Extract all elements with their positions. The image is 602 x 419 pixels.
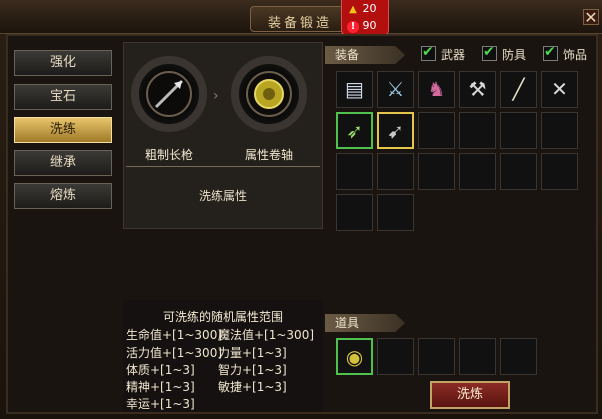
inventory-slot[interactable] — [459, 153, 496, 190]
inventory-slot[interactable] — [336, 153, 373, 190]
warning-icon: ▲ — [349, 4, 357, 15]
close-icon[interactable]: ✕ — [583, 9, 599, 26]
scroll-icon — [246, 71, 292, 117]
inventory-slot[interactable] — [418, 112, 455, 149]
sword-icon: ⚔ — [386, 77, 405, 101]
prop-hp: 生命值+[1~300] — [126, 328, 223, 342]
prop-vit: 活力值+[1~300] — [126, 346, 223, 360]
refine-props-title: 洗练属性 — [198, 189, 247, 203]
item-slot[interactable] — [500, 338, 537, 375]
boots-icon: ♞ — [427, 77, 446, 101]
scroll-icon: ◉ — [345, 345, 364, 369]
blade-icon: ╱ — [512, 77, 525, 101]
inventory-slot[interactable] — [500, 153, 537, 190]
arrow-icon: › — [213, 88, 219, 104]
prop-agi: 敏捷+[1~3] — [218, 380, 287, 394]
item-slot[interactable] — [459, 338, 496, 375]
warning-row: ▲ 20 — [347, 2, 387, 16]
filter-weapon-label: 武器 — [441, 48, 466, 62]
prop-str: 力量+[1~3] — [218, 346, 287, 360]
inventory-slot[interactable]: ⚔ — [377, 71, 414, 108]
filter-armor-checkbox[interactable] — [482, 44, 497, 61]
inventory-slot[interactable]: ▤ — [336, 71, 373, 108]
prop-spi: 精神+[1~3] — [126, 380, 195, 394]
inventory-slot[interactable] — [541, 153, 578, 190]
inventory-slot[interactable] — [336, 194, 373, 231]
spear-icon: ➹ — [387, 119, 404, 143]
inventory-slot[interactable]: ♞ — [418, 71, 455, 108]
filter-accessory-label: 饰品 — [563, 48, 588, 62]
menu-ronglian[interactable]: 熔炼 — [14, 183, 112, 209]
equipment-name: 粗制长枪 — [144, 148, 193, 162]
item-slot[interactable] — [418, 338, 455, 375]
spear-icon — [146, 71, 192, 117]
inventory-slot[interactable] — [377, 153, 414, 190]
equipped-spear-icon: ➶ — [346, 119, 363, 143]
inventory-slot[interactable]: ➶ — [336, 112, 373, 149]
props-range-title: 可洗练的随机属性范围 — [162, 310, 283, 324]
error-count: 90 — [362, 19, 377, 32]
twin-swords-icon: ✕ — [551, 77, 568, 101]
filter-weapon-checkbox[interactable] — [421, 44, 436, 61]
divider — [126, 166, 320, 167]
items-section-label: 道具 — [325, 314, 405, 332]
inventory-slot[interactable] — [377, 194, 414, 231]
inventory-slot-selected[interactable]: ➹ — [377, 112, 414, 149]
warning-count: 20 — [362, 2, 377, 15]
cloth-icon: ▤ — [345, 77, 364, 101]
error-icon: ! — [347, 21, 359, 33]
error-row: ! 90 — [347, 19, 387, 33]
item-slot[interactable] — [377, 338, 414, 375]
prop-mp: 魔法值+[1~300] — [218, 328, 315, 342]
inventory-slot[interactable] — [459, 112, 496, 149]
inventory-slot[interactable]: ⚒ — [459, 71, 496, 108]
prop-int: 智力+[1~3] — [218, 363, 287, 377]
scroll-slot[interactable] — [231, 56, 307, 132]
prop-con: 体质+[1~3] — [126, 363, 195, 377]
inventory-slot[interactable] — [541, 112, 578, 149]
menu-jicheng[interactable]: 继承 — [14, 150, 112, 176]
window-title: 装备锻造 — [267, 16, 332, 31]
filter-armor-label: 防具 — [502, 48, 527, 62]
inventory-slot[interactable]: ✕ — [541, 71, 578, 108]
inventory-slot[interactable]: ╱ — [500, 71, 537, 108]
filter-accessory-checkbox[interactable] — [543, 44, 558, 61]
prop-luck: 幸运+[1~3] — [126, 397, 195, 411]
scroll-name: 属性卷轴 — [244, 148, 293, 162]
item-slot[interactable]: ◉ — [336, 338, 373, 375]
menu-baoshi[interactable]: 宝石 — [14, 84, 112, 110]
axe-icon: ⚒ — [468, 77, 487, 101]
equipment-section-label: 装备 — [325, 46, 405, 64]
menu-qianghua[interactable]: 强化 — [14, 50, 112, 76]
menu-xilian[interactable]: 洗练 — [14, 117, 112, 143]
equipment-slot[interactable] — [131, 56, 207, 132]
inventory-slot[interactable] — [500, 112, 537, 149]
inventory-slot[interactable] — [418, 153, 455, 190]
refine-button[interactable]: 洗炼 — [430, 381, 510, 409]
